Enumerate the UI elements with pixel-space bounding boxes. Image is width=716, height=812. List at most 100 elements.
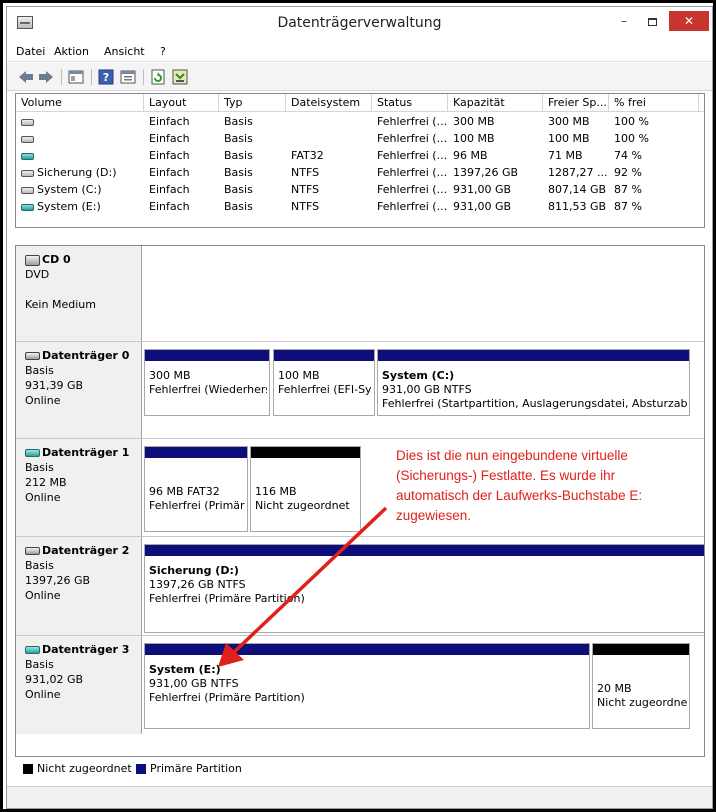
partition-bar bbox=[145, 350, 269, 361]
disk-label-2[interactable]: Datenträger 2 Basis 1397,26 GB Online bbox=[16, 537, 142, 635]
console-tree-icon[interactable] bbox=[67, 68, 85, 86]
cell-fs: NTFS bbox=[291, 166, 320, 179]
minimize-button[interactable]: – bbox=[611, 11, 637, 31]
cell-fs bbox=[286, 113, 372, 130]
partition-system-e[interactable]: System (E:) 931,00 GB NTFS Fehlerfrei (Pri… bbox=[144, 643, 590, 729]
volume-row[interactable]: Einfach Basis FAT32 Fehlerfrei (... 96 MB 71 … bbox=[16, 147, 704, 164]
cell-cap: 931,00 GB bbox=[453, 200, 512, 213]
maximize-button[interactable] bbox=[639, 11, 665, 31]
menu-bar: Datei Aktion Ansicht ? bbox=[7, 40, 712, 62]
disk-state: Online bbox=[25, 589, 61, 602]
properties-icon[interactable] bbox=[119, 68, 137, 86]
cell-status: Fehlerfrei (... bbox=[377, 115, 448, 128]
disk-label-3[interactable]: Datenträger 3 Basis 931,02 GB Online bbox=[16, 636, 142, 734]
cell-cap: 931,00 GB bbox=[453, 183, 512, 196]
column-header-dateisystem[interactable]: Dateisystem bbox=[286, 94, 372, 112]
cell-volume: System (C:) bbox=[16, 181, 144, 198]
menu-help[interactable]: ? bbox=[160, 45, 166, 58]
cell-free: 300 MB bbox=[548, 115, 590, 128]
annotation-callout: Dies ist die nun eingebundene virtuelle … bbox=[396, 446, 696, 526]
disk-label-0[interactable]: Datenträger 0 Basis 931,39 GB Online bbox=[16, 342, 142, 438]
close-button[interactable]: ✕ bbox=[669, 11, 709, 31]
annotation-line: zugewiesen. bbox=[396, 508, 472, 523]
cell-fs bbox=[286, 130, 372, 147]
cell-status: Fehlerfrei (... bbox=[377, 132, 448, 145]
volume-row[interactable]: Sicherung (D:) Einfach Basis NTFS Fehlerfrei… bbox=[16, 164, 704, 181]
partition-efi[interactable]: 100 MBFehlerfrei (EFI-Systempartition) bbox=[273, 349, 375, 416]
legend: Nicht zugeordnet Primäre Partition bbox=[15, 759, 705, 779]
partition-status: Fehlerfrei (Startpartition, Auslagerungs… bbox=[382, 397, 687, 410]
partition-system-c[interactable]: System (C:) 931,00 GB NTFS Fehlerfrei (Sta… bbox=[377, 349, 690, 416]
volume-row[interactable]: Einfach Basis Fehlerfrei (... 300 MB 300 MB 1… bbox=[16, 113, 704, 130]
partition-unallocated-3[interactable]: 20 MB Nicht zugeordnet bbox=[592, 643, 690, 729]
refresh-icon[interactable] bbox=[149, 68, 167, 86]
partition-status: Nicht zugeordnet bbox=[255, 499, 350, 512]
export-icon[interactable] bbox=[171, 68, 189, 86]
disk-state: Online bbox=[25, 688, 61, 701]
volume-icon bbox=[21, 118, 34, 126]
menu-datei[interactable]: Datei bbox=[16, 45, 45, 58]
disk-row-3: Datenträger 3 Basis 931,02 GB Online Sys… bbox=[16, 636, 704, 734]
volume-name: System (C:) bbox=[37, 183, 102, 196]
partition-size: 116 MB bbox=[255, 485, 297, 498]
disk-type: DVD bbox=[25, 268, 50, 281]
disk-state: Online bbox=[25, 491, 61, 504]
column-header-kapazitaet[interactable]: Kapazität bbox=[448, 94, 543, 112]
partition-sicherung-d[interactable]: Sicherung (D:) 1397,26 GB NTFS Fehlerfrei … bbox=[144, 544, 704, 633]
cell-typ: Basis bbox=[224, 132, 253, 145]
partition-fat32[interactable]: 96 MB FAT32Fehlerfrei (Primäre Partition… bbox=[144, 446, 248, 532]
column-header-layout[interactable]: Layout bbox=[144, 94, 219, 112]
partition-status: Nicht zugeordnet bbox=[597, 696, 687, 709]
column-header-typ[interactable]: Typ bbox=[219, 94, 286, 112]
cell-pct: 74 % bbox=[614, 149, 642, 162]
cell-free: 807,14 GB bbox=[548, 183, 607, 196]
menu-ansicht[interactable]: Ansicht bbox=[104, 45, 145, 58]
disk-label-cd0[interactable]: CD 0 DVD Kein Medium bbox=[16, 246, 142, 341]
column-header-prozent-frei[interactable]: % frei bbox=[609, 94, 699, 112]
cell-status: Fehlerfrei (... bbox=[377, 149, 448, 162]
partition-recovery[interactable]: 300 MBFehlerfrei (Wiederherstellungspart… bbox=[144, 349, 270, 416]
legend-primary-swatch bbox=[136, 764, 146, 774]
menu-aktion[interactable]: Aktion bbox=[54, 45, 89, 58]
disk-name: Datenträger 1 bbox=[42, 446, 130, 459]
cell-layout: Einfach bbox=[149, 149, 190, 162]
legend-unallocated-swatch bbox=[23, 764, 33, 774]
cell-fs: NTFS bbox=[291, 200, 320, 213]
volume-list-header: Volume Layout Typ Dateisystem Status Kap… bbox=[16, 94, 704, 112]
disk-size: 1397,26 GB bbox=[25, 574, 91, 587]
column-header-volume[interactable]: Volume bbox=[16, 94, 144, 112]
svg-text:?: ? bbox=[103, 71, 109, 84]
virtual-disk-icon bbox=[25, 646, 40, 654]
volume-icon bbox=[21, 135, 34, 143]
volume-list[interactable]: Volume Layout Typ Dateisystem Status Kap… bbox=[15, 93, 705, 228]
cell-free: 811,53 GB bbox=[548, 200, 607, 213]
cell-volume bbox=[16, 147, 144, 164]
cell-layout: Einfach bbox=[149, 200, 190, 213]
volume-row[interactable]: System (C:) Einfach Basis NTFS Fehlerfrei (.… bbox=[16, 181, 704, 198]
help-icon[interactable]: ? bbox=[97, 68, 115, 86]
forward-icon[interactable] bbox=[37, 68, 55, 86]
volume-row[interactable]: Einfach Basis Fehlerfrei (... 100 MB 100 MB 1… bbox=[16, 130, 704, 147]
volume-row[interactable]: System (E:) Einfach Basis NTFS Fehlerfrei (.… bbox=[16, 198, 704, 215]
volume-icon bbox=[21, 203, 34, 211]
hard-disk-icon bbox=[25, 547, 40, 555]
partition-status: Fehlerfrei (Primäre Partition) bbox=[149, 499, 245, 512]
partition-bar bbox=[145, 545, 704, 556]
column-header-freier-speicher[interactable]: Freier Sp... bbox=[543, 94, 609, 112]
partition-unallocated-1[interactable]: 116 MB Nicht zugeordnet bbox=[250, 446, 361, 532]
back-icon[interactable] bbox=[17, 68, 35, 86]
disk-name: Datenträger 3 bbox=[42, 643, 130, 656]
disk-label-1[interactable]: Datenträger 1 Basis 212 MB Online bbox=[16, 439, 142, 536]
cell-volume bbox=[16, 113, 144, 130]
column-header-status[interactable]: Status bbox=[372, 94, 448, 112]
legend-primary-label: Primäre Partition bbox=[150, 762, 242, 775]
disk-name: Datenträger 2 bbox=[42, 544, 130, 557]
disk-size: 212 MB bbox=[25, 476, 67, 489]
volume-icon bbox=[21, 169, 34, 177]
partition-bar bbox=[145, 644, 589, 655]
disk-row-cd0: CD 0 DVD Kein Medium bbox=[16, 246, 704, 342]
cell-typ: Basis bbox=[224, 149, 253, 162]
title-bar[interactable]: Datenträgerverwaltung – ✕ bbox=[7, 7, 712, 37]
partition-bar bbox=[251, 447, 360, 458]
cell-free: 71 MB bbox=[548, 149, 583, 162]
